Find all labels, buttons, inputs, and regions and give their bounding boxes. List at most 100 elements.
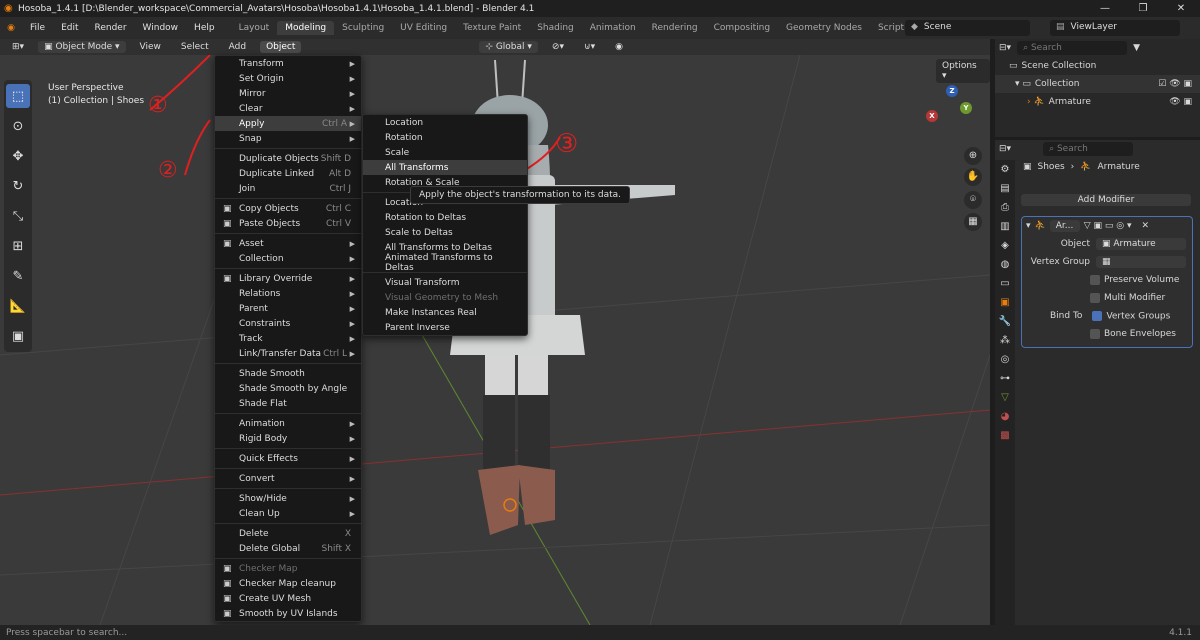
modifier-wrench-icon[interactable]: 🔧 <box>999 316 1011 327</box>
apply-item-all-transforms[interactable]: All Transforms <box>363 160 527 175</box>
object-menu-item-convert[interactable]: Convert ▶ <box>215 471 361 486</box>
add-cube-icon[interactable]: ▣ <box>6 324 30 348</box>
apply-item-visual-geometry-to-mesh[interactable]: Visual Geometry to Mesh <box>363 290 527 305</box>
mode-selector[interactable]: ▣ Object Mode ▾ <box>38 41 126 53</box>
menu-select[interactable]: Select <box>175 41 215 53</box>
menu-view[interactable]: View <box>134 41 167 53</box>
collapse-chevron-icon[interactable]: ▾ <box>1026 221 1031 231</box>
material-tab-icon[interactable]: ◕ <box>1001 411 1010 422</box>
object-menu-item-apply[interactable]: Apply Ctrl A ▶ <box>215 116 361 131</box>
object-menu-item-paste-objects[interactable]: ▣ Paste Objects Ctrl V <box>215 216 361 231</box>
armature-visibility-icon[interactable]: 👁 ▣ <box>1169 97 1192 107</box>
texture-tab-icon[interactable]: ▩ <box>1000 430 1009 441</box>
preserve-volume-checkbox[interactable]: Preserve Volume <box>1022 271 1192 289</box>
pan-hand-icon[interactable]: ✋ <box>964 168 982 186</box>
object-menu-item-shade-smooth[interactable]: Shade Smooth <box>215 366 361 381</box>
blender-menu-icon[interactable]: ◉ <box>0 23 22 33</box>
transform-icon[interactable]: ⊞ <box>6 234 30 258</box>
zoom-icon[interactable]: ⊕ <box>964 147 982 165</box>
camera-view-icon[interactable]: ⌾ <box>964 191 982 209</box>
object-menu-item-join[interactable]: Join Ctrl J <box>215 181 361 196</box>
modifier-name-field[interactable]: Ar... <box>1049 220 1080 232</box>
preserve-volume-box[interactable] <box>1090 275 1100 285</box>
scene-tab-icon[interactable]: ◈ <box>1001 240 1009 251</box>
vertex-group-field[interactable]: ▦ <box>1096 256 1186 268</box>
object-menu-item-collection[interactable]: Collection ▶ <box>215 251 361 266</box>
gizmo-x-axis[interactable]: X <box>926 110 938 122</box>
object-menu-item-duplicate-linked[interactable]: Duplicate Linked Alt D <box>215 166 361 181</box>
tab-animation[interactable]: Animation <box>582 21 644 35</box>
object-menu-item-clear[interactable]: Clear ▶ <box>215 101 361 116</box>
annotate-icon[interactable]: ✎ <box>6 264 30 288</box>
bone-envelopes-box[interactable] <box>1090 329 1100 339</box>
apply-item-make-instances-real[interactable]: Make Instances Real <box>363 305 527 320</box>
modifier-toggle-icons[interactable]: ▽ ▣ ▭ ◎ ▾ <box>1084 221 1132 231</box>
properties-editor-icon[interactable]: ⊟▾ <box>999 144 1011 154</box>
object-menu-item-animation[interactable]: Animation ▶ <box>215 416 361 431</box>
view-layer-selector[interactable]: ▤ ViewLayer <box>1050 20 1180 36</box>
bone-envelopes-checkbox[interactable]: Bone Envelopes <box>1022 325 1192 343</box>
object-menu-item-delete-global[interactable]: Delete Global Shift X <box>215 541 361 556</box>
outliner-search-input[interactable]: ⌕ Search <box>1017 41 1128 55</box>
object-menu-item-clean-up[interactable]: Clean Up ▶ <box>215 506 361 521</box>
object-menu-item-transform[interactable]: Transform ▶ <box>215 56 361 71</box>
data-tab-icon[interactable]: ▽ <box>1001 392 1009 403</box>
menu-window[interactable]: Window <box>135 23 187 33</box>
gizmo-z-axis[interactable]: Z <box>946 85 958 97</box>
physics-tab-icon[interactable]: ◎ <box>1001 354 1010 365</box>
scene-selector[interactable]: ◆ Scene <box>905 20 1030 36</box>
snap-icon[interactable]: ⊍▾ <box>578 41 601 53</box>
menu-render[interactable]: Render <box>87 23 135 33</box>
select-box-icon[interactable]: ⬚ <box>6 84 30 108</box>
outliner-scene-collection[interactable]: ▭ Scene Collection <box>995 57 1200 75</box>
apply-item-rotation-to-deltas[interactable]: Rotation to Deltas <box>363 210 527 225</box>
tab-geometry-nodes[interactable]: Geometry Nodes <box>778 21 870 35</box>
particles-tab-icon[interactable]: ⁂ <box>1000 335 1010 346</box>
menu-object[interactable]: Object <box>260 41 302 53</box>
multi-modifier-checkbox[interactable]: Multi Modifier <box>1022 289 1192 307</box>
object-menu-item-rigid-body[interactable]: Rigid Body ▶ <box>215 431 361 446</box>
remove-modifier-icon[interactable]: ✕ <box>1142 221 1150 231</box>
vertex-groups-checkbox[interactable]: Vertex Groups <box>1092 310 1170 321</box>
scale-icon[interactable]: ⤡ <box>6 204 30 228</box>
options-button[interactable]: Options ▾ <box>936 59 990 83</box>
apply-item-scale-to-deltas[interactable]: Scale to Deltas <box>363 225 527 240</box>
tab-uv-editing[interactable]: UV Editing <box>392 21 455 35</box>
outliner-editor-icon[interactable]: ⊟▾ <box>999 43 1011 53</box>
menu-file[interactable]: File <box>22 23 53 33</box>
tab-shading[interactable]: Shading <box>529 21 582 35</box>
world-tab-icon[interactable]: ◍ <box>1001 259 1010 270</box>
menu-edit[interactable]: Edit <box>53 23 86 33</box>
move-icon[interactable]: ✥ <box>6 144 30 168</box>
output-tab-icon[interactable]: ⎙ <box>1001 202 1009 213</box>
object-menu-item-smooth-by-uv-islands[interactable]: ▣ Smooth by UV Islands <box>215 606 361 621</box>
object-menu-item-library-override[interactable]: ▣ Library Override ▶ <box>215 271 361 286</box>
outliner-armature[interactable]: › ⛹ Armature 👁 ▣ <box>995 93 1200 111</box>
object-menu-item-create-uv-mesh[interactable]: ▣ Create UV Mesh <box>215 591 361 606</box>
apply-item-parent-inverse[interactable]: Parent Inverse <box>363 320 527 335</box>
minimize-button[interactable]: — <box>1086 0 1124 17</box>
ortho-grid-icon[interactable]: ▦ <box>964 213 982 231</box>
tool-tab-icon[interactable]: ⚙ <box>1001 164 1010 175</box>
transform-orientation-selector[interactable]: ⊹ Global ▾ <box>479 41 538 53</box>
object-menu-item-duplicate-objects[interactable]: Duplicate Objects Shift D <box>215 151 361 166</box>
object-menu-item-shade-smooth-by-angle[interactable]: Shade Smooth by Angle <box>215 381 361 396</box>
apply-item-location[interactable]: Location <box>363 115 527 130</box>
render-tab-icon[interactable]: ▤ <box>1000 183 1009 194</box>
object-menu-item-checker-map[interactable]: ▣ Checker Map <box>215 561 361 576</box>
view-layer-tab-icon[interactable]: ▥ <box>1000 221 1009 232</box>
rotate-icon[interactable]: ↻ <box>6 174 30 198</box>
apply-item-animated-transforms-to-deltas[interactable]: Animated Transforms to Deltas <box>363 253 527 273</box>
object-menu-item-link-transfer-data[interactable]: Link/Transfer Data Ctrl L ▶ <box>215 346 361 361</box>
tab-rendering[interactable]: Rendering <box>644 21 706 35</box>
object-menu-item-copy-objects[interactable]: ▣ Copy Objects Ctrl C <box>215 201 361 216</box>
menu-add[interactable]: Add <box>223 41 252 53</box>
outliner-collection[interactable]: ▾ ▭ Collection ☑ 👁 ▣ <box>995 75 1200 93</box>
object-menu-item-delete[interactable]: Delete X <box>215 526 361 541</box>
checkmark-icon[interactable] <box>1092 310 1103 321</box>
tab-texture-paint[interactable]: Texture Paint <box>455 21 529 35</box>
maximize-button[interactable]: ❐ <box>1124 0 1162 17</box>
visibility-eye-icon[interactable]: ☑ 👁 ▣ <box>1158 79 1192 89</box>
object-menu-item-set-origin[interactable]: Set Origin ▶ <box>215 71 361 86</box>
add-modifier-button[interactable]: Add Modifier <box>1021 194 1191 206</box>
